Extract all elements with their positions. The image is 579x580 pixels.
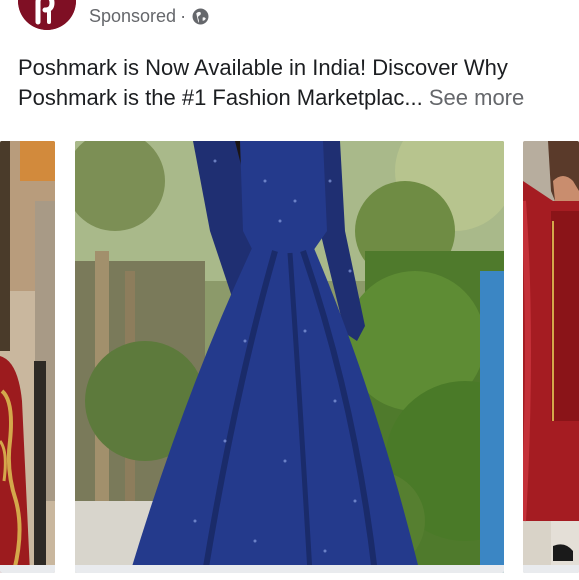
caption-line-2: Poshmark is the #1 Fashion Marketplac...… <box>18 83 566 113</box>
carousel-card-left[interactable] <box>0 141 55 573</box>
meta-separator: · <box>180 5 187 26</box>
image-carousel[interactable] <box>0 141 579 580</box>
see-more-link[interactable]: See more <box>429 85 524 110</box>
caption-line-1: Poshmark is Now Available in India! Disc… <box>18 55 508 80</box>
poshmark-logo-icon[interactable] <box>18 0 76 30</box>
post-meta: Sponsored · <box>89 5 209 27</box>
carousel-card-right[interactable] <box>523 141 579 573</box>
sponsored-label[interactable]: Sponsored <box>89 6 176 27</box>
carousel-card-main[interactable] <box>75 141 504 573</box>
globe-icon[interactable] <box>192 8 209 25</box>
caption-line-2-text: Poshmark is the #1 Fashion Marketplac... <box>18 85 423 110</box>
post-caption: Poshmark is Now Available in India! Disc… <box>18 53 566 113</box>
